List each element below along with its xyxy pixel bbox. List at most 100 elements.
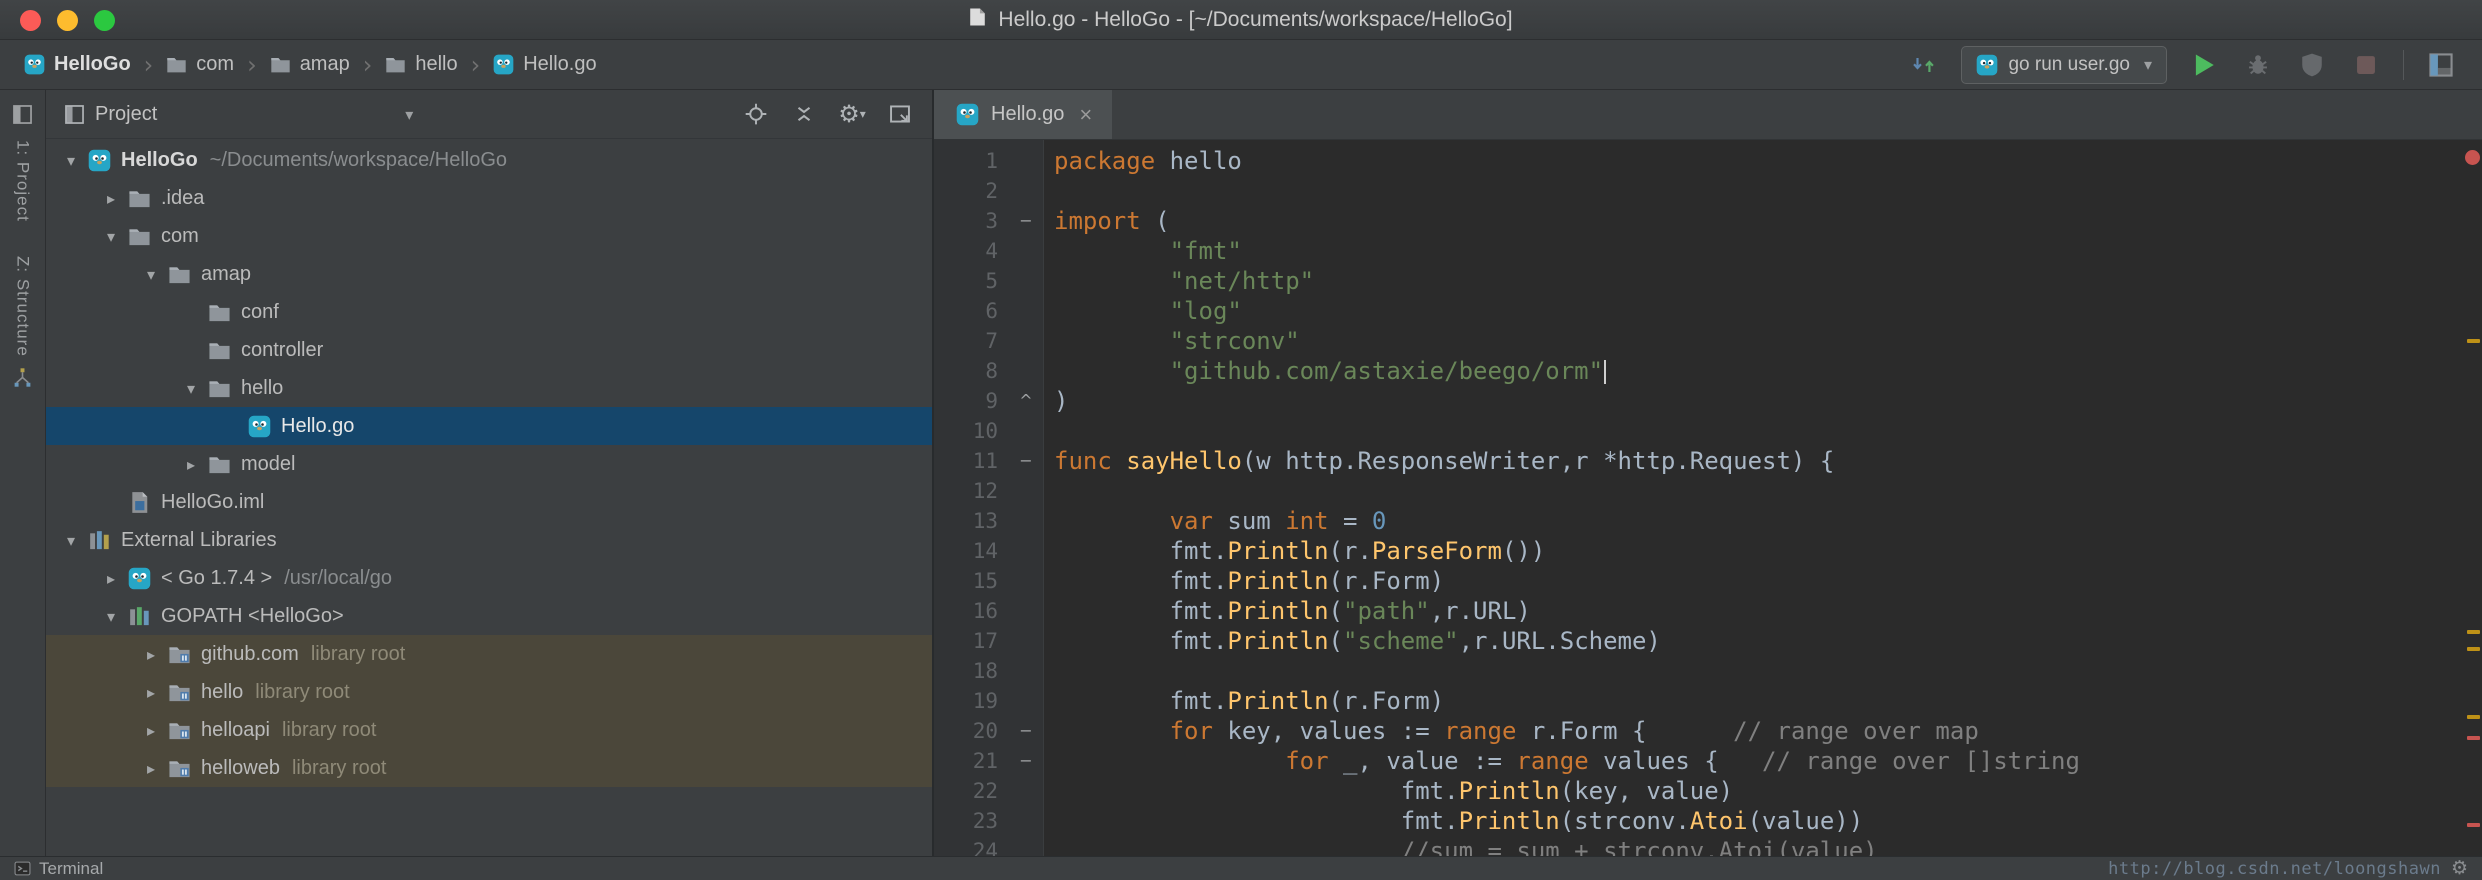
stop-button[interactable] xyxy=(2349,48,2383,82)
stripe-mark[interactable] xyxy=(2467,715,2480,719)
vcs-update-icon[interactable] xyxy=(1907,48,1941,82)
stripe-mark[interactable] xyxy=(2467,630,2480,634)
tree-item-external-libraries[interactable]: ▾External Libraries xyxy=(46,521,932,559)
code-text[interactable]: "github.com/astaxie/beego/orm" xyxy=(1044,356,1606,386)
chevron-collapsed-icon[interactable]: ▸ xyxy=(136,721,166,740)
breadcrumb-hello[interactable]: hello xyxy=(385,53,457,76)
error-indicator[interactable] xyxy=(2465,150,2480,165)
chevron-collapsed-icon[interactable]: ▸ xyxy=(176,455,206,474)
code-text[interactable]: for _, value := range values { // range … xyxy=(1044,746,2080,776)
breadcrumb-hellogo[interactable]: HelloGo xyxy=(24,53,131,76)
chevron-expanded-icon[interactable]: ▾ xyxy=(56,151,86,170)
layout-button[interactable] xyxy=(2424,48,2458,82)
code-line-15: 15 fmt.Println(r.Form) xyxy=(934,566,2482,596)
stripe-mark[interactable] xyxy=(2467,339,2480,343)
chevron-collapsed-icon[interactable]: ▸ xyxy=(96,569,126,588)
tree-item-gopath-hellogo[interactable]: ▾GOPATH <HelloGo> xyxy=(46,597,932,635)
breadcrumb-amap[interactable]: amap xyxy=(270,53,350,76)
hide-panel-button[interactable] xyxy=(886,100,914,128)
gear-icon[interactable]: ⚙ xyxy=(2451,859,2468,878)
fold-marker-icon[interactable]: − xyxy=(1008,716,1044,746)
fold-marker-icon[interactable]: ^ xyxy=(1008,386,1044,416)
code-text[interactable]: "log" xyxy=(1044,296,1242,326)
tree-item-go-1-7-4[interactable]: ▸< Go 1.7.4 >/usr/local/go xyxy=(46,559,932,597)
code-text[interactable]: fmt.Println(r.Form) xyxy=(1044,686,1444,716)
coverage-button[interactable] xyxy=(2295,48,2329,82)
code-text[interactable]: var sum int = 0 xyxy=(1044,506,1386,536)
code-text[interactable]: fmt.Println(r.ParseForm()) xyxy=(1044,536,1545,566)
stripe-mark[interactable] xyxy=(2467,647,2480,651)
code-text[interactable]: "strconv" xyxy=(1044,326,1300,356)
tree-item-github-com[interactable]: ▸github.comlibrary root xyxy=(46,635,932,673)
code-text[interactable] xyxy=(1044,476,1054,506)
tree-item-conf[interactable]: conf xyxy=(46,293,932,331)
breadcrumb-hello-go[interactable]: Hello.go xyxy=(493,53,596,76)
code-editor[interactable]: 1package hello23−import (4 "fmt"5 "net/h… xyxy=(934,140,2482,856)
code-text[interactable]: fmt.Println(key, value) xyxy=(1044,776,1733,806)
gear-icon: ⚙ xyxy=(838,102,860,126)
code-text[interactable]: fmt.Println("scheme",r.URL.Scheme) xyxy=(1044,626,1661,656)
structure-toolwindow-button[interactable]: Z: Structure xyxy=(12,256,33,393)
code-text[interactable]: "fmt" xyxy=(1044,236,1242,266)
chevron-collapsed-icon[interactable]: ▸ xyxy=(96,189,126,208)
stripe-mark[interactable] xyxy=(2467,736,2480,740)
breadcrumb-com[interactable]: com xyxy=(166,53,234,76)
tree-item-hello-go[interactable]: Hello.go xyxy=(46,407,932,445)
code-line-2: 2 xyxy=(934,176,2482,206)
fold-spacer xyxy=(1008,686,1044,716)
tree-item-suffix: library root xyxy=(292,757,386,780)
tree-item-hellogo[interactable]: ▾HelloGo~/Documents/workspace/HelloGo xyxy=(46,141,932,179)
run-configuration-select[interactable]: go run user.go ▾ xyxy=(1961,46,2167,84)
tree-item-hellogo-iml[interactable]: HelloGo.iml xyxy=(46,483,932,521)
tree-item-controller[interactable]: controller xyxy=(46,331,932,369)
run-button[interactable] xyxy=(2187,48,2221,82)
tree-item-helloapi[interactable]: ▸helloapilibrary root xyxy=(46,711,932,749)
code-text[interactable]: //sum = sum + strconv.Atoi(value) xyxy=(1044,836,1878,856)
code-text[interactable] xyxy=(1044,416,1054,446)
line-number: 1 xyxy=(934,146,1008,176)
chevron-down-icon[interactable]: ▾ xyxy=(405,105,413,124)
code-text[interactable]: fmt.Println(r.Form) xyxy=(1044,566,1444,596)
tree-item-amap[interactable]: ▾amap xyxy=(46,255,932,293)
code-text[interactable]: fmt.Println("path",r.URL) xyxy=(1044,596,1531,626)
fold-marker-icon[interactable]: − xyxy=(1008,446,1044,476)
chevron-expanded-icon[interactable]: ▾ xyxy=(176,379,206,398)
debug-button[interactable] xyxy=(2241,48,2275,82)
code-text[interactable]: fmt.Println(strconv.Atoi(value)) xyxy=(1044,806,1863,836)
code-text[interactable]: ) xyxy=(1044,386,1068,416)
code-text[interactable]: "net/http" xyxy=(1044,266,1314,296)
panel-settings-button[interactable]: ⚙▾ xyxy=(838,100,866,128)
chevron-collapsed-icon[interactable]: ▸ xyxy=(136,645,166,664)
chevron-collapsed-icon[interactable]: ▸ xyxy=(136,759,166,778)
code-text[interactable] xyxy=(1044,656,1054,686)
collapse-all-button[interactable] xyxy=(790,100,818,128)
close-icon[interactable]: × xyxy=(1079,104,1092,126)
project-view-title[interactable]: Project xyxy=(95,103,157,126)
terminal-toolwindow-button[interactable]: Terminal xyxy=(14,859,103,879)
chevron-expanded-icon[interactable]: ▾ xyxy=(96,607,126,626)
locate-file-button[interactable] xyxy=(742,100,770,128)
tree-item-idea[interactable]: ▸.idea xyxy=(46,179,932,217)
chevron-expanded-icon[interactable]: ▾ xyxy=(136,265,166,284)
chevron-collapsed-icon[interactable]: ▸ xyxy=(136,683,166,702)
tree-item-com[interactable]: ▾com xyxy=(46,217,932,255)
folder-icon xyxy=(166,54,187,75)
code-text[interactable]: for key, values := range r.Form { // ran… xyxy=(1044,716,1979,746)
editor-tab-hello-go[interactable]: Hello.go × xyxy=(934,90,1112,139)
chevron-expanded-icon[interactable]: ▾ xyxy=(96,227,126,246)
tree-item-helloweb[interactable]: ▸helloweblibrary root xyxy=(46,749,932,787)
chevron-expanded-icon[interactable]: ▾ xyxy=(56,531,86,550)
tree-item-hello[interactable]: ▾hello xyxy=(46,369,932,407)
fold-marker-icon[interactable]: − xyxy=(1008,206,1044,236)
code-text[interactable]: package hello xyxy=(1044,146,1242,176)
project-toolwindow-button[interactable]: 1: Project xyxy=(12,104,33,222)
breadcrumb-separator-icon: › xyxy=(471,51,481,79)
tree-item-model[interactable]: ▸model xyxy=(46,445,932,483)
code-text[interactable]: func sayHello(w http.ResponseWriter,r *h… xyxy=(1044,446,1834,476)
code-text[interactable] xyxy=(1044,176,1054,206)
code-text[interactable]: import ( xyxy=(1044,206,1170,236)
stripe-mark[interactable] xyxy=(2467,823,2480,827)
fold-marker-icon[interactable]: − xyxy=(1008,746,1044,776)
tree-item-hello[interactable]: ▸hellolibrary root xyxy=(46,673,932,711)
main-area: 1: Project Z: Structure Project ▾ xyxy=(0,90,2482,856)
